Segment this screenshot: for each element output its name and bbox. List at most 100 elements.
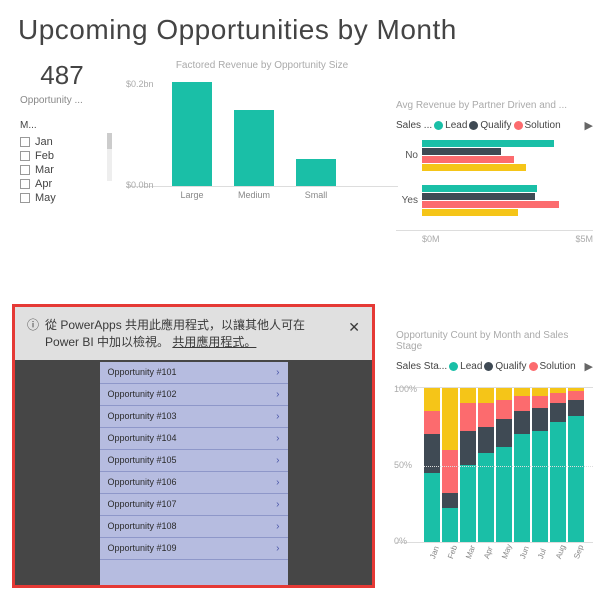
stacked-bar[interactable] xyxy=(514,388,530,542)
checkbox-icon[interactable] xyxy=(20,193,30,203)
month-filter-header: M... xyxy=(12,118,112,133)
legend-chip-icon xyxy=(469,121,478,130)
stacked-bar[interactable] xyxy=(550,388,566,542)
month-filter-item[interactable]: Mar xyxy=(20,163,104,177)
scrollbar-thumb[interactable] xyxy=(107,133,112,149)
hbar[interactable] xyxy=(422,209,518,216)
y-axis-tick: $0.2bn xyxy=(126,79,154,89)
powerapps-list-item[interactable]: Opportunity #103› xyxy=(100,406,288,428)
hbar[interactable] xyxy=(422,164,526,171)
bar-segment[interactable] xyxy=(424,411,440,434)
powerapps-list-item[interactable]: Opportunity #104› xyxy=(100,428,288,450)
legend-more-icon[interactable]: ▶ xyxy=(585,360,593,373)
powerapps-list[interactable]: Opportunity #101›Opportunity #102›Opport… xyxy=(100,362,288,585)
bar-segment[interactable] xyxy=(514,411,530,434)
bar-segment[interactable] xyxy=(514,396,530,411)
bar-segment[interactable] xyxy=(442,493,458,508)
bar-segment[interactable] xyxy=(568,416,584,542)
bar-segment[interactable] xyxy=(442,450,458,493)
stacked-bar[interactable] xyxy=(424,388,440,542)
bar-segment[interactable] xyxy=(478,388,494,403)
bar-segment[interactable] xyxy=(424,388,440,411)
bar-segment[interactable] xyxy=(550,393,566,404)
hbar[interactable] xyxy=(422,201,559,208)
stacked-bar[interactable] xyxy=(478,388,494,542)
hbar[interactable] xyxy=(422,193,535,200)
legend-chip-icon xyxy=(484,362,493,371)
month-filter-item[interactable]: Feb xyxy=(20,149,104,163)
legend-prefix: Sales ... xyxy=(396,120,432,131)
month-filter-item[interactable]: Jan xyxy=(20,135,104,149)
bar-segment[interactable] xyxy=(532,431,548,542)
kpi-value: 487 xyxy=(12,60,112,91)
bar-segment[interactable] xyxy=(550,403,566,421)
hbar[interactable] xyxy=(422,148,501,155)
bar-segment[interactable] xyxy=(460,388,476,403)
month-filter-item[interactable]: Apr xyxy=(20,177,104,191)
stacked-bar[interactable] xyxy=(532,388,548,542)
bar-segment[interactable] xyxy=(532,408,548,431)
checkbox-icon[interactable] xyxy=(20,179,30,189)
chart-title: Avg Revenue by Partner Driven and ... xyxy=(396,100,593,111)
bar-segment[interactable] xyxy=(496,388,512,400)
bar-segment[interactable] xyxy=(568,391,584,400)
bar-segment[interactable] xyxy=(460,403,476,431)
bar-segment[interactable] xyxy=(514,434,530,542)
share-app-link[interactable]: 共用應用程式。 xyxy=(172,335,256,349)
checkbox-icon[interactable] xyxy=(20,165,30,175)
bar-segment[interactable] xyxy=(460,465,476,542)
bar-segment[interactable] xyxy=(532,388,548,396)
revenue-by-size-chart: Factored Revenue by Opportunity Size $0.… xyxy=(122,54,402,213)
bar-segment[interactable] xyxy=(424,473,440,542)
kpi-card: 487 Opportunity ... xyxy=(8,54,116,112)
legend-chip-icon xyxy=(434,121,443,130)
stacked-bar[interactable] xyxy=(460,388,476,542)
bar-segment[interactable] xyxy=(496,419,512,447)
x-axis-label: Aug xyxy=(554,542,568,560)
hbar[interactable] xyxy=(422,185,537,192)
close-icon[interactable]: ✕ xyxy=(348,317,360,352)
bar-segment[interactable] xyxy=(442,388,458,450)
checkbox-icon[interactable] xyxy=(20,137,30,147)
bar-segment[interactable] xyxy=(514,388,530,396)
hbar[interactable] xyxy=(422,140,554,147)
bar-segment[interactable] xyxy=(496,447,512,542)
bar-segment[interactable] xyxy=(442,508,458,542)
bar-segment[interactable] xyxy=(460,431,476,465)
chevron-right-icon: › xyxy=(276,521,279,532)
month-label: Mar xyxy=(35,164,54,176)
bar-segment[interactable] xyxy=(532,396,548,408)
bar-segment[interactable] xyxy=(478,403,494,426)
powerapps-list-item[interactable]: Opportunity #101› xyxy=(100,362,288,384)
stacked-bar[interactable] xyxy=(496,388,512,542)
opportunity-count-chart: Opportunity Count by Month and Sales Sta… xyxy=(392,324,597,560)
bar-large[interactable] xyxy=(172,82,212,186)
checkbox-icon[interactable] xyxy=(20,151,30,161)
avg-revenue-chart: Avg Revenue by Partner Driven and ... Sa… xyxy=(392,94,597,254)
powerapps-list-item[interactable]: Opportunity #106› xyxy=(100,472,288,494)
powerapps-list-item[interactable]: Opportunity #107› xyxy=(100,494,288,516)
powerapps-list-item[interactable]: Opportunity #108› xyxy=(100,516,288,538)
legend-more-icon[interactable]: ▶ xyxy=(585,119,593,132)
powerapps-list-item[interactable]: Opportunity #102› xyxy=(100,384,288,406)
bar-small[interactable] xyxy=(296,159,336,186)
chevron-right-icon: › xyxy=(276,367,279,378)
category-label: No xyxy=(396,150,418,161)
month-filter-list: Jan Feb Mar Apr May xyxy=(12,133,112,207)
bar-segment[interactable] xyxy=(478,427,494,453)
bar-segment[interactable] xyxy=(550,422,566,542)
month-filter-item[interactable]: May xyxy=(20,191,104,205)
scrollbar[interactable] xyxy=(107,133,112,181)
powerapps-list-item[interactable]: Opportunity #109› xyxy=(100,538,288,560)
stacked-bar[interactable] xyxy=(568,388,584,542)
x-axis-label: Apr xyxy=(482,542,496,560)
powerapps-list-item[interactable]: Opportunity #105› xyxy=(100,450,288,472)
bar-segment[interactable] xyxy=(568,400,584,415)
bar-segment[interactable] xyxy=(496,400,512,418)
hbar[interactable] xyxy=(422,156,514,163)
y-axis-tick: 0% xyxy=(394,536,407,546)
x-axis-tick: $0M xyxy=(422,234,440,244)
info-icon: ⓘ xyxy=(27,317,39,352)
bar-medium[interactable] xyxy=(234,110,274,186)
stacked-bar[interactable] xyxy=(442,388,458,542)
